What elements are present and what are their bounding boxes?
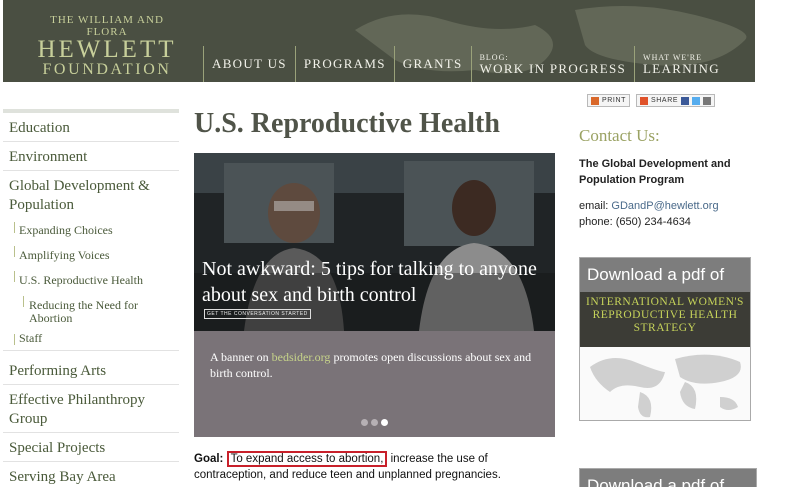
banner-headline: Not awkward: 5 tips for talking to anyon… <box>202 258 537 306</box>
site-header: THE WILLIAM AND FLORA HEWLETT FOUNDATION… <box>3 0 755 82</box>
sidebar-subitem-us-reproductive-health[interactable]: U.S. Reproductive Health <box>3 267 179 292</box>
nav-label: ABOUT US <box>212 56 287 71</box>
contact-phone: phone: (650) 234-4634 <box>579 216 691 228</box>
banner-caption: A banner on bedsider.org promotes open d… <box>194 331 555 437</box>
slider-dots <box>361 419 388 426</box>
world-map-icon <box>580 347 750 420</box>
nav-label: GRANTS <box>402 56 463 71</box>
email-label: email: <box>579 200 612 212</box>
printer-icon <box>591 96 599 105</box>
goal-label: Goal: <box>194 453 224 465</box>
sidebar-item-special-projects[interactable]: Special Projects <box>3 433 179 462</box>
email-link[interactable]: GDandP@hewlett.org <box>611 200 718 212</box>
pdf-heading: Download a pdf of <box>580 258 750 292</box>
page-title: U.S. Reproductive Health <box>194 108 500 139</box>
nav-learning[interactable]: WHAT WE'RE LEARNING <box>634 46 728 82</box>
twitter-icon <box>692 96 701 105</box>
logo-line-3: FOUNDATION <box>42 61 172 78</box>
sidebar-item-global-development[interactable]: Global Development & Population <box>3 171 179 218</box>
sidebar-subitem-amplifying-voices[interactable]: Amplifying Voices <box>3 242 179 267</box>
share-button[interactable]: SHARE <box>636 94 716 107</box>
nav-label: LEARNING <box>643 60 720 76</box>
nav-about-us[interactable]: ABOUT US <box>203 46 295 82</box>
facebook-icon <box>681 96 690 105</box>
logo-line-1: THE WILLIAM AND FLORA <box>50 14 164 38</box>
goal-highlight: To expand access to abortion, <box>226 451 388 467</box>
goal-statement: Goal: To expand access to abortion, incr… <box>194 451 544 483</box>
print-button[interactable]: PRINT <box>587 94 630 107</box>
main-nav: ABOUT US PROGRAMS GRANTS BLOG: WORK IN P… <box>203 46 728 82</box>
sidebar-item-effective-philanthropy[interactable]: Effective Philanthropy Group <box>3 385 179 433</box>
contact-email-line: email: GDandP@hewlett.org <box>579 200 719 212</box>
sidebar-item-education[interactable]: Education <box>3 113 179 142</box>
sidebar-item-performing-arts[interactable]: Performing Arts <box>3 351 179 385</box>
banner-cta-button[interactable]: GET THE CONVERSATION STARTED <box>204 309 311 319</box>
foundation-logo[interactable]: THE WILLIAM AND FLORA HEWLETT FOUNDATION <box>31 14 183 78</box>
share-label: SHARE <box>651 97 679 104</box>
contact-program: The Global Development and Population Pr… <box>579 158 731 186</box>
nav-programs[interactable]: PROGRAMS <box>294 46 394 82</box>
sidebar-nav: Education Environment Global Development… <box>3 109 179 487</box>
pdf-download-box[interactable]: Download a pdf of INTERNATIONAL WOMEN'S … <box>579 257 751 421</box>
hero-banner[interactable]: Not awkward: 5 tips for talking to anyon… <box>194 153 555 331</box>
slider-dot[interactable] <box>361 419 368 426</box>
share-plus-icon <box>640 96 648 105</box>
nav-label: PROGRAMS <box>303 56 386 71</box>
nav-label: WORK IN PROGRESS <box>479 60 627 76</box>
slider-dot-active[interactable] <box>381 419 388 426</box>
pdf-download-box-2[interactable]: Download a pdf of <box>579 468 757 487</box>
pdf-strategy-title: INTERNATIONAL WOMEN'S REPRODUCTIVE HEALT… <box>580 292 750 347</box>
share-bar: PRINT SHARE <box>587 94 716 107</box>
sidebar-item-serving-bay-area[interactable]: Serving Bay Area Communities <box>3 462 179 487</box>
slider-dot[interactable] <box>371 419 378 426</box>
sidebar-subitem-reducing-abortion[interactable]: Reducing the Need for Abortion <box>3 292 179 330</box>
bedsider-link[interactable]: bedsider.org <box>272 350 331 364</box>
sidebar-item-environment[interactable]: Environment <box>3 142 179 171</box>
nav-blog[interactable]: BLOG: WORK IN PROGRESS <box>470 46 634 82</box>
contact-heading: Contact Us: <box>579 126 660 145</box>
sidebar-subitem-staff[interactable]: Staff <box>3 330 179 351</box>
caption-prefix: A banner on <box>210 350 272 364</box>
caption-text: A banner on bedsider.org promotes open d… <box>210 349 545 381</box>
nav-grants[interactable]: GRANTS <box>393 46 471 82</box>
print-label: PRINT <box>602 97 626 104</box>
sidebar-subitem-expanding-choices[interactable]: Expanding Choices <box>3 218 179 242</box>
email-icon <box>703 96 712 105</box>
logo-line-2: HEWLETT <box>37 36 177 63</box>
